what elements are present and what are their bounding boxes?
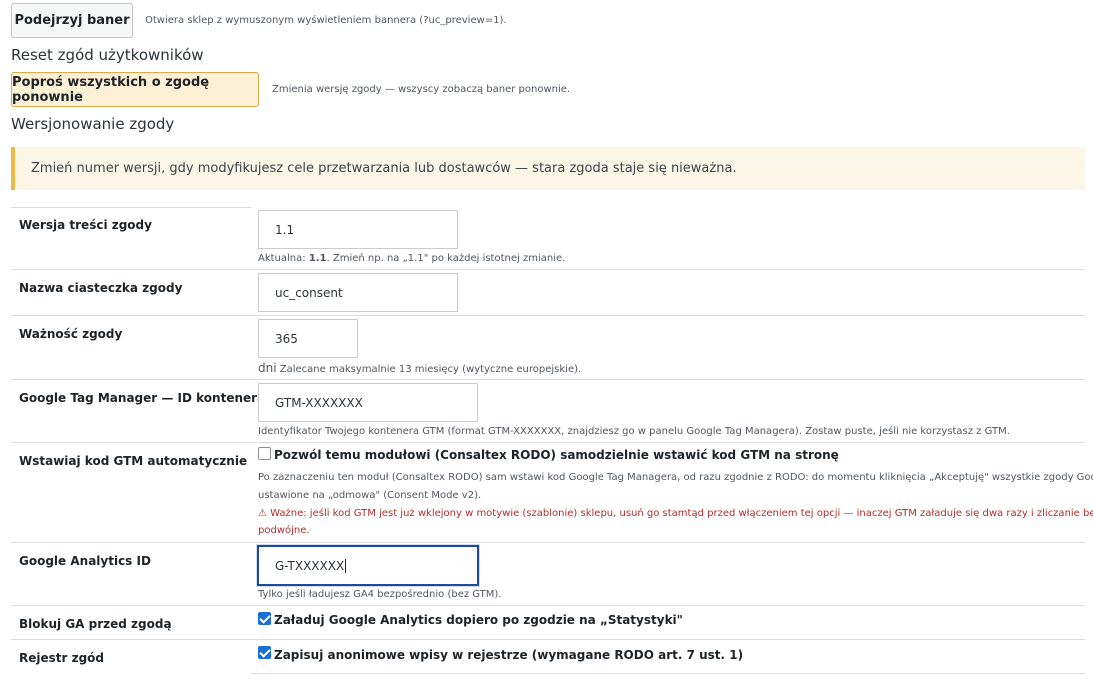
- gtm-id-input-value: GTM-XXXXXXX: [275, 395, 363, 410]
- row-divider: [251, 673, 1085, 674]
- gtm-auto-warning-line1: ⚠ Ważne: jeśli kod GTM jest już wklejony…: [258, 508, 1093, 519]
- block-ga-label: Blokuj GA przed zgodą: [19, 617, 172, 631]
- versioning-notice: Zmień numer wersji, gdy modyfikujesz cel…: [11, 147, 1085, 190]
- row-divider: [11, 442, 1085, 443]
- gtm-auto-desc-line2: ustawione na „odmowa" (Consent Mode v2).: [258, 490, 482, 501]
- version-hint: Aktualna: 1.1. Zmień np. na „1.1" po każ…: [258, 253, 566, 264]
- ga-id-input[interactable]: G-TXXXXXX: [257, 545, 479, 586]
- cookie-name-label: Nazwa ciasteczka zgody: [19, 281, 183, 295]
- cookie-name-input-value: uc_consent: [275, 285, 343, 300]
- gtm-id-label: Google Tag Manager — ID kontenera: [19, 391, 266, 405]
- registry-checkbox[interactable]: [258, 646, 271, 659]
- reset-hint: Zmienia wersję zgody — wszyscy zobaczą b…: [272, 84, 571, 95]
- row-divider: [11, 379, 1085, 380]
- preview-banner-button[interactable]: Podejrzyj baner: [11, 3, 133, 38]
- block-ga-checkbox-label[interactable]: Załaduj Google Analytics dopiero po zgod…: [274, 613, 683, 627]
- validity-hint: dni Zalecane maksymalnie 13 miesięcy (wy…: [258, 361, 582, 375]
- versioning-section-title: Wersjonowanie zgody: [11, 115, 175, 133]
- registry-checkbox-label[interactable]: Zapisuj anonimowe wpisy w rejestrze (wym…: [274, 648, 743, 662]
- row-divider: [11, 315, 1085, 316]
- validity-input[interactable]: 365: [258, 319, 358, 358]
- validity-input-value: 365: [275, 331, 298, 346]
- preview-hint: Otwiera sklep z wymuszonym wyświetleniem…: [145, 15, 507, 26]
- gtm-auto-desc-line1: Po zaznaczeniu ten moduł (Consaltex RODO…: [258, 472, 1093, 483]
- version-label: Wersja treści zgody: [19, 218, 152, 232]
- text-caret: [345, 558, 347, 573]
- gtm-auto-checkbox-label[interactable]: Pozwól temu modułowi (Consaltex RODO) sa…: [274, 448, 839, 462]
- version-input-value: 1.1: [275, 222, 295, 237]
- row-divider: [11, 639, 1085, 640]
- cookie-name-input[interactable]: uc_consent: [258, 273, 458, 312]
- validity-unit: dni: [258, 361, 277, 375]
- row-divider: [11, 542, 1085, 543]
- block-ga-checkbox[interactable]: [258, 612, 271, 625]
- reset-consent-button[interactable]: Poproś wszystkich o zgodę ponownie: [11, 72, 259, 107]
- validity-label: Ważność zgody: [19, 327, 123, 341]
- gtm-auto-label: Wstawiaj kod GTM automatycznie: [19, 454, 248, 468]
- gtm-auto-warning-line2: podwójne.: [258, 525, 310, 536]
- versioning-notice-text: Zmień numer wersji, gdy modyfikujesz cel…: [31, 161, 737, 176]
- row-divider: [11, 207, 251, 208]
- ga-id-label: Google Analytics ID: [19, 554, 151, 568]
- registry-label: Rejestr zgód: [19, 651, 105, 665]
- gtm-auto-checkbox[interactable]: [258, 447, 271, 460]
- row-divider: [11, 269, 1085, 270]
- ga-id-input-value: G-TXXXXXX: [275, 558, 345, 573]
- gtm-id-input[interactable]: GTM-XXXXXXX: [258, 383, 478, 422]
- gtm-id-hint: Identyfikator Twojego kontenera GTM (for…: [258, 426, 1010, 437]
- version-input[interactable]: 1.1: [258, 210, 458, 249]
- row-divider: [11, 605, 1085, 606]
- ga-id-hint: Tylko jeśli ładujesz GA4 bezpośrednio (b…: [258, 589, 502, 600]
- reset-section-title: Reset zgód użytkowników: [11, 46, 204, 64]
